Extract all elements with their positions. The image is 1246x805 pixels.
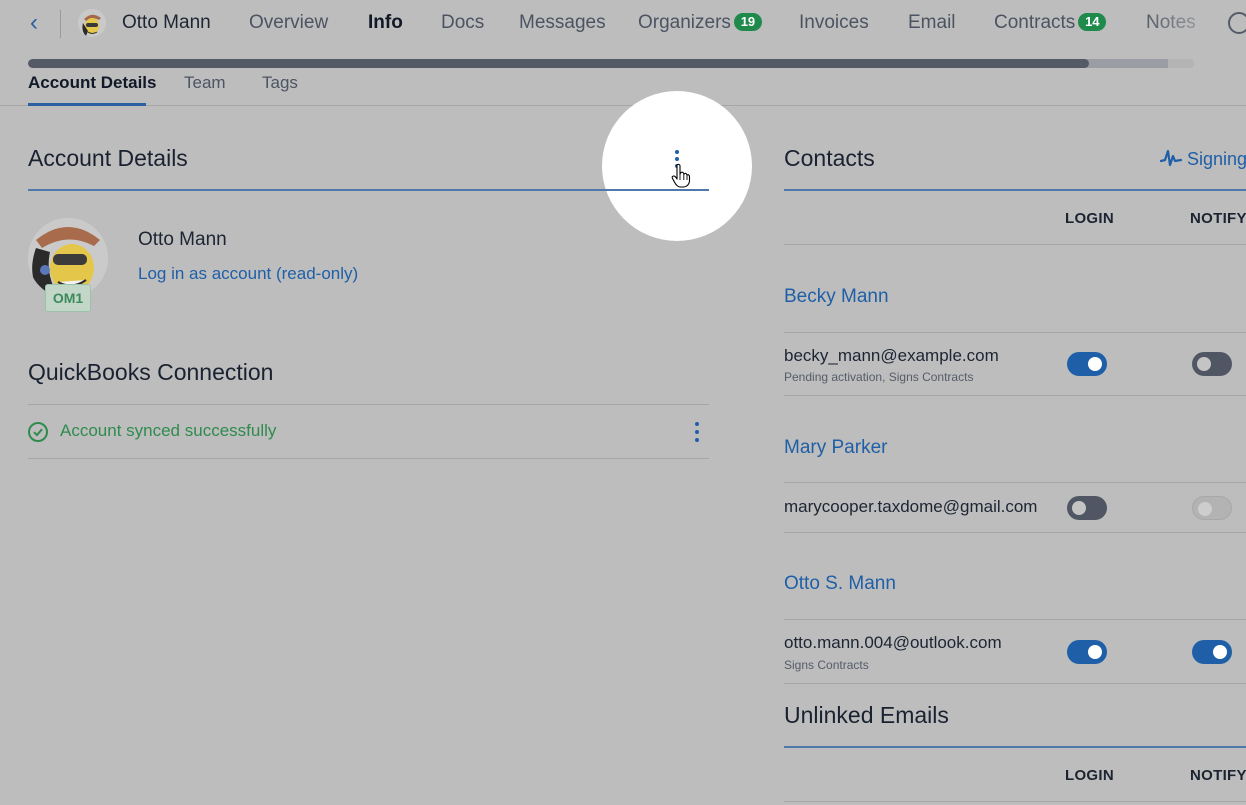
notify-toggle[interactable]	[1192, 640, 1232, 664]
login-column-header: LOGIN	[1065, 767, 1114, 784]
contact-status: Pending activation, Signs Contracts	[784, 370, 974, 384]
account-details-heading: Account Details	[28, 145, 188, 171]
account-name: Otto Mann	[122, 12, 211, 33]
hand-cursor-icon	[671, 163, 691, 188]
back-chevron-icon[interactable]: ‹	[30, 10, 46, 36]
tab-info[interactable]: Info	[368, 12, 403, 34]
organizers-count-badge: 19	[733, 13, 762, 31]
progress-bar	[28, 59, 1194, 68]
contact-name-mary-parker[interactable]: Mary Parker	[784, 437, 887, 459]
account-details-rule	[28, 189, 709, 191]
check-circle-icon	[28, 422, 48, 442]
quickbooks-divider	[28, 404, 709, 405]
login-toggle[interactable]	[1067, 496, 1107, 520]
contact-status: Signs Contracts	[784, 658, 869, 672]
contracts-count-badge: 14	[1078, 13, 1107, 31]
notify-toggle-disabled	[1192, 496, 1232, 520]
contact-divider	[784, 619, 1246, 620]
unlinked-emails-heading: Unlinked Emails	[784, 702, 949, 728]
divider	[60, 10, 61, 38]
subtab-tags[interactable]: Tags	[262, 73, 298, 93]
contacts-header-divider	[784, 244, 1246, 245]
sync-status-text: Account synced successfully	[60, 421, 277, 440]
quickbooks-heading: QuickBooks Connection	[28, 359, 274, 385]
tab-organizers[interactable]: Organizers 19	[638, 12, 762, 34]
contact-name-becky-mann[interactable]: Becky Mann	[784, 286, 889, 308]
tab-invoices[interactable]: Invoices	[799, 12, 869, 34]
tab-email[interactable]: Email	[908, 12, 956, 34]
tab-notes[interactable]: Notes	[1146, 12, 1196, 34]
unlinked-emails-rule	[784, 746, 1246, 748]
signing-button[interactable]: Signing	[1159, 147, 1246, 170]
account-display-name: Otto Mann	[138, 229, 227, 250]
signature-icon	[1159, 149, 1183, 167]
subtab-team[interactable]: Team	[184, 73, 226, 93]
tab-overview[interactable]: Overview	[249, 12, 328, 34]
subtab-account-details[interactable]: Account Details	[28, 73, 156, 93]
progress-end	[1168, 59, 1194, 68]
quickbooks-row-divider	[28, 458, 709, 459]
signing-label: Signing	[1187, 149, 1246, 169]
notify-column-header: NOTIFY	[1190, 767, 1246, 784]
tab-messages[interactable]: Messages	[519, 12, 606, 34]
contact-name-otto-s-mann[interactable]: Otto S. Mann	[784, 573, 896, 595]
contact-email: becky_mann@example.com	[784, 346, 999, 365]
avatar	[78, 9, 106, 37]
subtab-active-indicator	[28, 103, 146, 106]
contact-divider	[784, 482, 1246, 483]
login-toggle[interactable]	[1067, 352, 1107, 376]
contact-email: marycooper.taxdome@gmail.com	[784, 497, 1038, 516]
login-as-account-link[interactable]: Log in as account (read-only)	[138, 264, 358, 284]
contact-divider	[784, 332, 1246, 333]
notify-column-header: NOTIFY	[1190, 210, 1246, 227]
contact-divider	[784, 683, 1246, 684]
contact-divider	[784, 532, 1246, 533]
contacts-rule	[784, 189, 1246, 191]
login-column-header: LOGIN	[1065, 210, 1114, 227]
clock-icon[interactable]	[1228, 12, 1246, 34]
contact-divider	[784, 395, 1246, 396]
contact-email: otto.mann.004@outlook.com	[784, 633, 1002, 652]
tab-contracts[interactable]: Contracts 14	[994, 12, 1107, 34]
contacts-heading: Contacts	[784, 145, 875, 171]
subtabs-divider	[0, 105, 1246, 106]
quickbooks-more-menu-icon[interactable]	[690, 420, 704, 444]
login-toggle[interactable]	[1067, 640, 1107, 664]
tab-docs[interactable]: Docs	[441, 12, 484, 34]
progress-fill	[28, 59, 1090, 68]
notify-toggle[interactable]	[1192, 352, 1232, 376]
unlinked-header-divider	[784, 801, 1246, 802]
account-tag-badge: OM1	[45, 284, 91, 312]
